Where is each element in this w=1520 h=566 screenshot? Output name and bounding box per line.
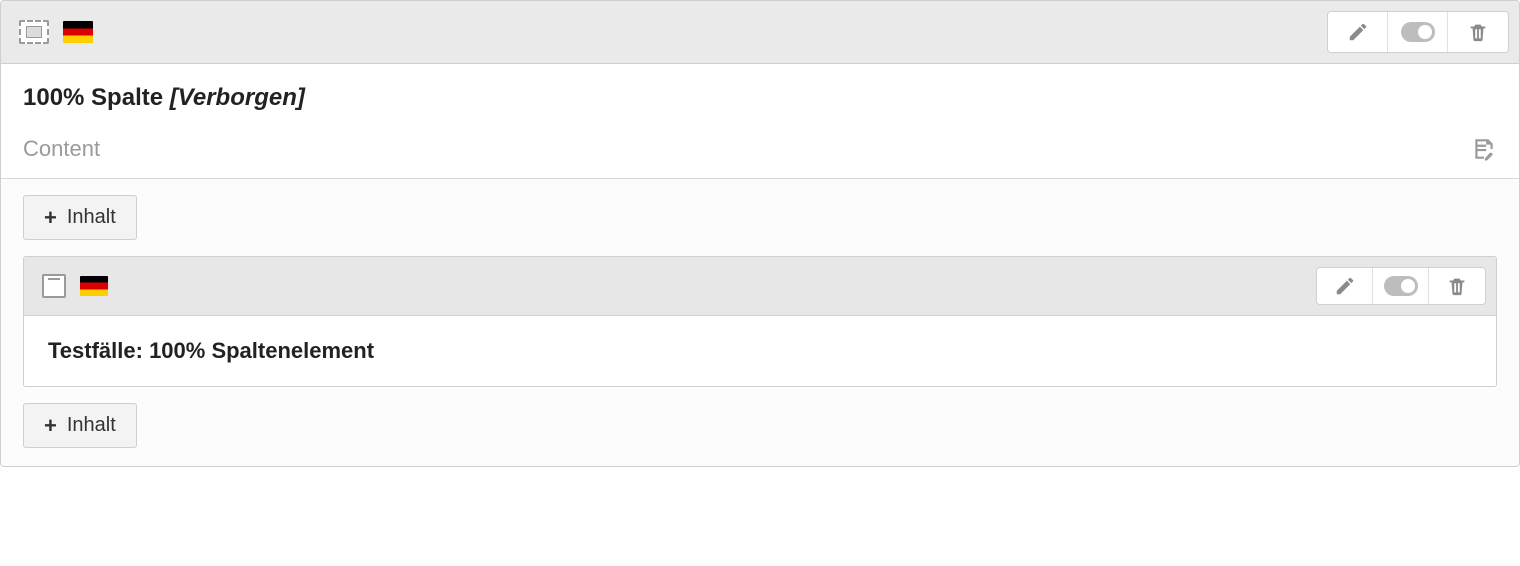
add-content-label: Inhalt bbox=[67, 414, 116, 437]
language-flag-de-icon bbox=[63, 21, 93, 43]
pencil-icon bbox=[1347, 21, 1369, 43]
nested-element-type-icon bbox=[42, 274, 66, 298]
outer-title-row: 100% Spalte [Verborgen] bbox=[1, 64, 1519, 136]
outer-element-title: 100% Spalte [Verborgen] bbox=[23, 84, 305, 111]
trash-icon bbox=[1446, 275, 1468, 297]
nested-content-element: Testfälle: 100% Spaltenelement bbox=[23, 256, 1497, 387]
content-section-label: Content bbox=[23, 136, 100, 162]
edit-button[interactable] bbox=[1317, 268, 1373, 304]
add-content-label: Inhalt bbox=[67, 206, 116, 229]
language-flag-de-icon bbox=[80, 276, 108, 296]
toggle-icon bbox=[1384, 276, 1418, 296]
nested-element-header bbox=[24, 257, 1496, 316]
document-edit-icon bbox=[1471, 136, 1497, 162]
delete-button[interactable] bbox=[1429, 268, 1485, 304]
edit-section-button[interactable] bbox=[1471, 136, 1497, 162]
toggle-icon bbox=[1401, 22, 1435, 42]
plus-icon: + bbox=[44, 207, 57, 229]
content-section-header: Content bbox=[1, 136, 1519, 179]
outer-title-text: 100% Spalte bbox=[23, 84, 163, 111]
add-content-button-bottom[interactable]: + Inhalt bbox=[23, 403, 137, 448]
visibility-toggle-button[interactable] bbox=[1388, 12, 1448, 52]
plus-icon: + bbox=[44, 415, 57, 437]
outer-element-header bbox=[1, 1, 1519, 64]
trash-icon bbox=[1467, 21, 1489, 43]
outer-header-left bbox=[19, 20, 93, 44]
edit-button[interactable] bbox=[1328, 12, 1388, 52]
nested-element-title: Testfälle: 100% Spaltenelement bbox=[24, 316, 1496, 386]
outer-action-buttons bbox=[1327, 11, 1509, 53]
hidden-badge: [Verborgen] bbox=[170, 84, 305, 111]
content-element-type-icon bbox=[19, 20, 49, 44]
visibility-toggle-button[interactable] bbox=[1373, 268, 1429, 304]
nested-header-left bbox=[42, 274, 108, 298]
add-content-button-top[interactable]: + Inhalt bbox=[23, 195, 137, 240]
content-body: + Inhalt bbox=[1, 179, 1519, 466]
nested-action-buttons bbox=[1316, 267, 1486, 305]
content-element-outer: 100% Spalte [Verborgen] Content + Inhalt bbox=[0, 0, 1520, 467]
pencil-icon bbox=[1334, 275, 1356, 297]
delete-button[interactable] bbox=[1448, 12, 1508, 52]
